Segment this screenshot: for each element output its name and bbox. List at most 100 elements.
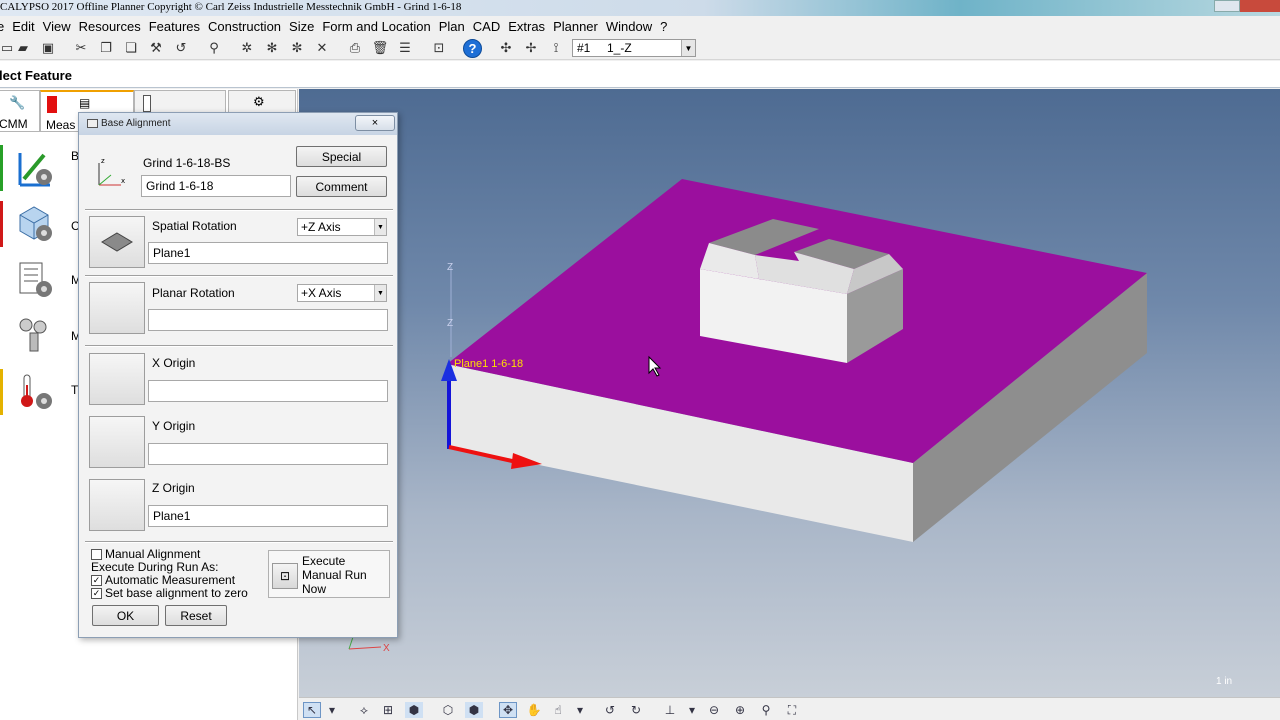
stylus-icon[interactable] bbox=[12, 313, 58, 359]
open-folder-icon[interactable]: ▰ bbox=[14, 39, 32, 57]
zoom-in-icon[interactable]: ⊕ bbox=[731, 702, 749, 718]
menu-edit[interactable]: Edit bbox=[12, 19, 34, 34]
x-origin-feature-button[interactable] bbox=[89, 353, 145, 405]
rotate-hand-icon[interactable]: ☝ bbox=[549, 702, 567, 718]
axis-z-label: Z bbox=[447, 262, 454, 273]
temperature-icon[interactable] bbox=[12, 369, 58, 415]
y-origin-feature-button[interactable] bbox=[89, 416, 145, 468]
list-icon[interactable]: ☰ bbox=[396, 39, 414, 57]
special-button[interactable]: Special bbox=[296, 146, 387, 167]
spatial-rotation-axis-select[interactable]: +Z Axis ▼ bbox=[297, 218, 387, 236]
tab-cmm[interactable]: 🔧 CMM bbox=[0, 90, 40, 132]
menu-planner[interactable]: Planner bbox=[553, 19, 598, 34]
shaded-view-icon[interactable]: ⬢ bbox=[405, 702, 423, 718]
window-title: CALYPSO 2017 Offline Planner Copyright ©… bbox=[0, 1, 462, 13]
menu-help[interactable]: ? bbox=[660, 19, 667, 34]
tool-icon[interactable]: ⚒ bbox=[147, 39, 165, 57]
view-icon-1[interactable]: ⟡ bbox=[355, 702, 373, 718]
menu-view[interactable]: View bbox=[43, 19, 71, 34]
measurement-plan-icon[interactable] bbox=[12, 257, 58, 303]
menu-resources[interactable]: Resources bbox=[79, 19, 141, 34]
probe-icon-3[interactable]: ⟟ bbox=[547, 39, 565, 57]
save-icon[interactable]: ▣ bbox=[39, 39, 57, 57]
pan-icon[interactable]: ✥ bbox=[499, 702, 517, 718]
feature-label: Plane1 1-6-18 bbox=[454, 358, 524, 370]
solid-view-icon[interactable]: ⬢ bbox=[465, 702, 483, 718]
axis-icon[interactable]: ⊥ bbox=[661, 702, 679, 718]
plan-combo[interactable]: #1 1_-Z ▼ bbox=[572, 39, 696, 57]
menu-form-and-location[interactable]: Form and Location bbox=[322, 19, 430, 34]
dialog-titlebar[interactable]: Base Alignment × bbox=[79, 113, 397, 135]
rotate-right-icon[interactable]: ↻ bbox=[627, 702, 645, 718]
zoom-window-icon[interactable]: ⚲ bbox=[757, 702, 775, 718]
planar-rotation-feature-field[interactable] bbox=[148, 309, 388, 331]
spatial-rotation-feature-button[interactable] bbox=[89, 216, 145, 268]
ok-button[interactable]: OK bbox=[92, 605, 159, 626]
spatial-rotation-feature-field[interactable]: Plane1 bbox=[148, 242, 388, 264]
z-origin-feature-field[interactable]: Plane1 bbox=[148, 505, 388, 527]
rotate-left-icon[interactable]: ↺ bbox=[601, 702, 619, 718]
undo-icon[interactable]: ↺ bbox=[172, 39, 190, 57]
alignment-name-field[interactable]: Grind 1-6-18 bbox=[141, 175, 291, 197]
automatic-measurement-checkbox[interactable]: ✓ bbox=[91, 575, 102, 586]
trash-icon[interactable]: 🗑 bbox=[371, 39, 389, 57]
paste-icon[interactable]: ❏ bbox=[122, 39, 140, 57]
zoom-out-icon[interactable]: ⊖ bbox=[705, 702, 723, 718]
base-alignment-icon[interactable] bbox=[12, 145, 58, 191]
menu-plan[interactable]: Plan bbox=[439, 19, 465, 34]
y-origin-label: Y Origin bbox=[152, 419, 196, 433]
select-icon[interactable]: ↖ bbox=[303, 702, 321, 718]
menu-features[interactable]: Features bbox=[149, 19, 200, 34]
base-alignment-dialog: Base Alignment × zx Grind 1-6-18-BS Grin… bbox=[78, 112, 398, 638]
feature-icon-2[interactable]: ✻ bbox=[263, 39, 281, 57]
delete-feature-icon[interactable]: ✕ bbox=[313, 39, 331, 57]
x-origin-feature-field[interactable] bbox=[148, 380, 388, 402]
menu-construction[interactable]: Construction bbox=[208, 19, 281, 34]
y-origin-feature-field[interactable] bbox=[148, 443, 388, 465]
menu-extras[interactable]: Extras bbox=[508, 19, 545, 34]
chevron-down-icon[interactable]: ▼ bbox=[374, 285, 386, 301]
lock-icon[interactable]: ⊡ bbox=[430, 39, 448, 57]
wireframe-icon[interactable]: ⬡ bbox=[439, 702, 457, 718]
z-origin-feature-button[interactable] bbox=[89, 479, 145, 531]
chevron-down-icon-2[interactable]: ▾ bbox=[571, 702, 589, 718]
dialog-window-icon bbox=[87, 119, 98, 128]
hand-icon[interactable]: ✋ bbox=[525, 702, 543, 718]
execute-line-2: Manual Run bbox=[302, 568, 367, 582]
chevron-down-icon[interactable]: ▼ bbox=[681, 40, 695, 56]
menu-cad[interactable]: CAD bbox=[473, 19, 500, 34]
manual-alignment-label: Manual Alignment bbox=[105, 547, 201, 561]
cad-viewport[interactable]: Z Z Plane1 1-6-18 X bbox=[299, 89, 1280, 697]
dialog-close-button[interactable]: × bbox=[355, 115, 395, 131]
binoculars-icon[interactable]: ⚲ bbox=[205, 39, 223, 57]
copy-icon[interactable]: ❐ bbox=[97, 39, 115, 57]
probe-icon-2[interactable]: ✢ bbox=[522, 39, 540, 57]
execute-manual-run-button[interactable]: ⊡ Execute Manual Run Now bbox=[268, 550, 390, 598]
feature-icon-3[interactable]: ✼ bbox=[288, 39, 306, 57]
set-base-zero-checkbox[interactable]: ✓ bbox=[91, 588, 102, 599]
chevron-down-icon[interactable]: ▼ bbox=[374, 219, 386, 235]
plan-icon: ▤ bbox=[79, 96, 91, 110]
probe-icon-1[interactable]: ✣ bbox=[497, 39, 515, 57]
coordinate-system-icon[interactable] bbox=[12, 201, 58, 247]
fit-view-icon[interactable]: ⛶ bbox=[783, 702, 801, 718]
chevron-down-icon-3[interactable]: ▾ bbox=[683, 702, 701, 718]
reset-button[interactable]: Reset bbox=[165, 605, 227, 626]
manual-alignment-checkbox[interactable] bbox=[91, 549, 102, 560]
chevron-down-icon[interactable]: ▾ bbox=[323, 702, 341, 718]
planar-rotation-feature-button[interactable] bbox=[89, 282, 145, 334]
print-icon[interactable]: ⎙ bbox=[346, 39, 364, 57]
menu-size[interactable]: Size bbox=[289, 19, 314, 34]
menu-file[interactable]: e bbox=[0, 19, 4, 34]
help-icon[interactable]: ? bbox=[463, 39, 482, 58]
menu-window[interactable]: Window bbox=[606, 19, 652, 34]
view-icon-2[interactable]: ⊞ bbox=[379, 702, 397, 718]
feature-icon-1[interactable]: ✲ bbox=[238, 39, 256, 57]
minimize-button[interactable] bbox=[1214, 0, 1240, 12]
plan-value: 1_-Z bbox=[607, 41, 632, 55]
close-window-button[interactable] bbox=[1240, 0, 1280, 12]
document-icon bbox=[143, 95, 151, 112]
comment-button[interactable]: Comment bbox=[296, 176, 387, 197]
cut-icon[interactable]: ✂ bbox=[72, 39, 90, 57]
planar-rotation-axis-select[interactable]: +X Axis ▼ bbox=[297, 284, 387, 302]
